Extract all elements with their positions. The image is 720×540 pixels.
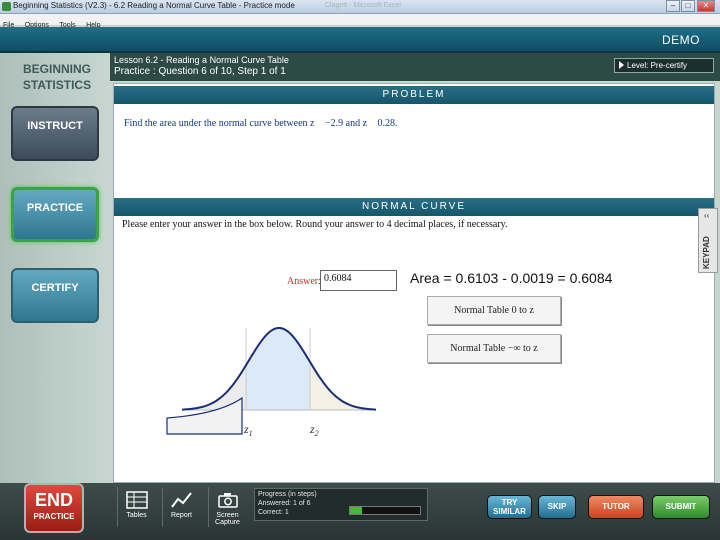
minimize-button[interactable]: – — [666, 0, 680, 12]
answer-input[interactable]: 0.6084 — [320, 270, 397, 291]
question-progress: Practice : Question 6 of 10, Step 1 of 1 — [114, 66, 286, 77]
level-indicator[interactable]: Level: Pre-certify — [614, 58, 714, 73]
keypad-tab[interactable]: ‹‹ KEYPAD — [698, 208, 718, 273]
problem-z1: −2.9 — [324, 118, 344, 129]
answer-label: Answer: — [287, 276, 321, 287]
problem-header: PROBLEM — [114, 86, 714, 104]
try-label: TRY — [501, 498, 518, 507]
end-label: END — [34, 490, 73, 510]
progress-panel: Progress (in steps) Answered: 1 of 6 Cor… — [254, 488, 428, 521]
problem-text-mid: and z — [345, 118, 368, 129]
answered-label: Answered: — [258, 500, 292, 507]
z1-label: z1 — [243, 422, 253, 438]
sidebar: BEGINNING STATISTICS INSTRUCT PRACTICE C… — [0, 53, 110, 483]
problem-z2: 0.28. — [377, 118, 398, 129]
problem-statement: Find the area under the normal curve bet… — [124, 118, 398, 129]
tables-label: Tables — [126, 512, 147, 519]
background-window-title: Clagett - Microsoft Excel — [325, 2, 401, 9]
table-icon — [125, 491, 148, 509]
practice-button[interactable]: PRACTICE — [11, 187, 99, 242]
normal-table-neg-inf-to-z-button[interactable]: Normal Table −∞ to z — [427, 334, 561, 363]
instruct-button[interactable]: INSTRUCT — [11, 106, 99, 161]
try-similar-button[interactable]: TRY SIMILAR — [487, 495, 532, 519]
tables-tool-button[interactable]: Tables — [117, 487, 155, 527]
camera-icon — [217, 493, 238, 508]
maximize-button[interactable]: □ — [681, 0, 695, 12]
app-window: Beginning Statistics (V2.3) - 6.2 Readin… — [0, 0, 720, 540]
level-value: Pre-certify — [650, 61, 688, 70]
right-tail-area — [310, 361, 376, 410]
problem-text-prefix: Find the area under the normal curve bet… — [124, 118, 315, 129]
area-annotation: Area = 0.6103 - 0.0019 = 0.6084 — [410, 270, 613, 286]
certify-button[interactable]: CERTIFY — [11, 268, 99, 323]
header-strip: DEMO — [0, 27, 720, 53]
correct-label: Correct: — [258, 509, 283, 516]
normal-curve-graph: z1 z2 — [166, 327, 377, 438]
lesson-header: Lesson 6.2 - Reading a Normal Curve Tabl… — [110, 53, 720, 81]
app-icon — [2, 2, 11, 11]
normal-curve-header: NORMAL CURVE — [114, 198, 714, 216]
chevron-left-icon: ‹‹ — [704, 211, 710, 220]
z2-label: z2 — [309, 422, 319, 438]
progress-title: Progress (in steps) — [258, 491, 317, 498]
screen-capture-tool-button[interactable]: Screen Capture — [208, 487, 246, 527]
window-titlebar: Beginning Statistics (V2.3) - 6.2 Readin… — [0, 0, 720, 14]
brand-line-2: STATISTICS — [22, 78, 92, 92]
submit-button[interactable]: SUBMIT — [652, 495, 710, 519]
end-practice-button[interactable]: END PRACTICE — [24, 483, 84, 533]
answer-instructions: Please enter your answer in the box belo… — [122, 219, 508, 230]
brand-logo: BEGINNING STATISTICS — [12, 61, 102, 93]
bottom-toolbar: END PRACTICE Tables Report Screen Captur… — [0, 483, 720, 540]
lesson-title: Lesson 6.2 - Reading a Normal Curve Tabl… — [114, 55, 289, 65]
end-sub-label: PRACTICE — [33, 512, 75, 521]
correct-value: 1 — [284, 509, 289, 516]
keypad-label: KEYPAD — [702, 236, 711, 269]
progress-bar — [349, 506, 421, 515]
skip-button[interactable]: SKIP — [538, 495, 576, 519]
shaded-area — [246, 328, 310, 410]
screen-capture-label-1: Screen — [216, 512, 239, 519]
main-panel: PROBLEM Find the area under the normal c… — [113, 83, 715, 483]
normal-table-0-to-z-button[interactable]: Normal Table 0 to z — [427, 296, 561, 325]
report-label: Report — [170, 512, 192, 519]
progress-bar-fill — [350, 507, 362, 514]
window-title: Beginning Statistics (V2.3) - 6.2 Readin… — [13, 1, 295, 10]
similar-label: SIMILAR — [493, 507, 526, 516]
tutor-button[interactable]: TUTOR — [588, 495, 644, 519]
menu-bar: File Options Tools Help — [0, 14, 720, 29]
brand-line-1: BEGINNING — [22, 62, 91, 76]
level-label: Level: — [627, 61, 649, 70]
play-arrow-icon — [619, 61, 624, 69]
chart-trend-icon — [170, 492, 192, 508]
answered-value: 1 of 6 — [293, 500, 311, 507]
close-button[interactable]: ✕ — [697, 0, 715, 12]
report-tool-button[interactable]: Report — [162, 487, 200, 527]
screen-capture-label-2: Capture — [215, 519, 240, 526]
mode-label: DEMO — [662, 33, 700, 47]
